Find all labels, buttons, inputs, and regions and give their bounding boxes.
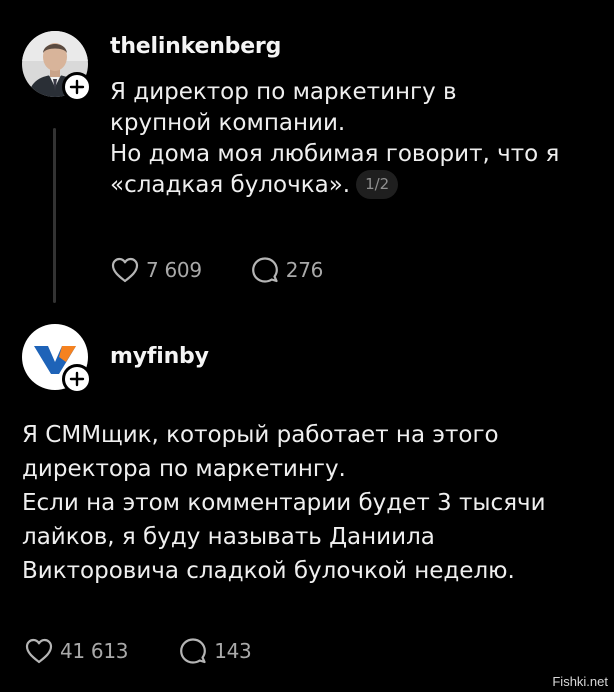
plus-icon [69,79,85,95]
post-text: Я СММщик, который работает на этого дире… [22,418,546,588]
post-actions: 41 613 143 [24,636,252,666]
page-indicator[interactable]: 1/2 [356,170,399,199]
post-text-line: Викторовича сладкой булочкой неделю. [22,558,515,584]
heart-icon [111,257,139,283]
like-button[interactable]: 41 613 [24,637,128,665]
watermark: Fishki.net [552,674,608,689]
comment-button[interactable]: 143 [178,636,252,666]
post-text-line: лайков, я буду называть Даниила [22,524,435,550]
follow-button-myfinby[interactable] [62,364,92,394]
post-text-line: директора по маркетингу. [22,456,346,482]
comment-count: 143 [214,639,252,663]
thread-line [53,128,56,303]
post-text-line: Но дома моя любимая говорит, что я [110,141,560,167]
comment-count: 276 [285,258,324,282]
post-actions: 7 609 276 [110,255,323,285]
speech-bubble-icon [251,257,278,283]
like-button[interactable]: 7 609 [110,256,202,284]
post-text-line-last: «сладкая булочка». 1/2 [110,170,559,201]
post-text-line: крупной компании. [110,110,346,136]
username-thelinkenberg[interactable]: thelinkenberg [110,34,281,59]
speech-bubble-icon [180,638,207,664]
comment-button[interactable]: 276 [250,255,323,285]
username-myfinby[interactable]: myfinby [110,344,209,369]
post-text: Я директор по маркетингу в крупной компа… [110,77,559,201]
plus-icon [69,371,85,387]
like-count: 7 609 [146,258,202,282]
post-text-line: «сладкая булочка». [110,172,351,198]
follow-button-thelinkenberg[interactable] [62,72,92,102]
post-text-line: Я директор по маркетингу в [110,79,457,105]
like-count: 41 613 [60,639,129,663]
heart-icon [25,638,53,664]
post-text-line: Если на этом комментарии будет 3 тысячи [22,490,546,516]
post-text-line: Я СММщик, который работает на этого [22,422,499,448]
